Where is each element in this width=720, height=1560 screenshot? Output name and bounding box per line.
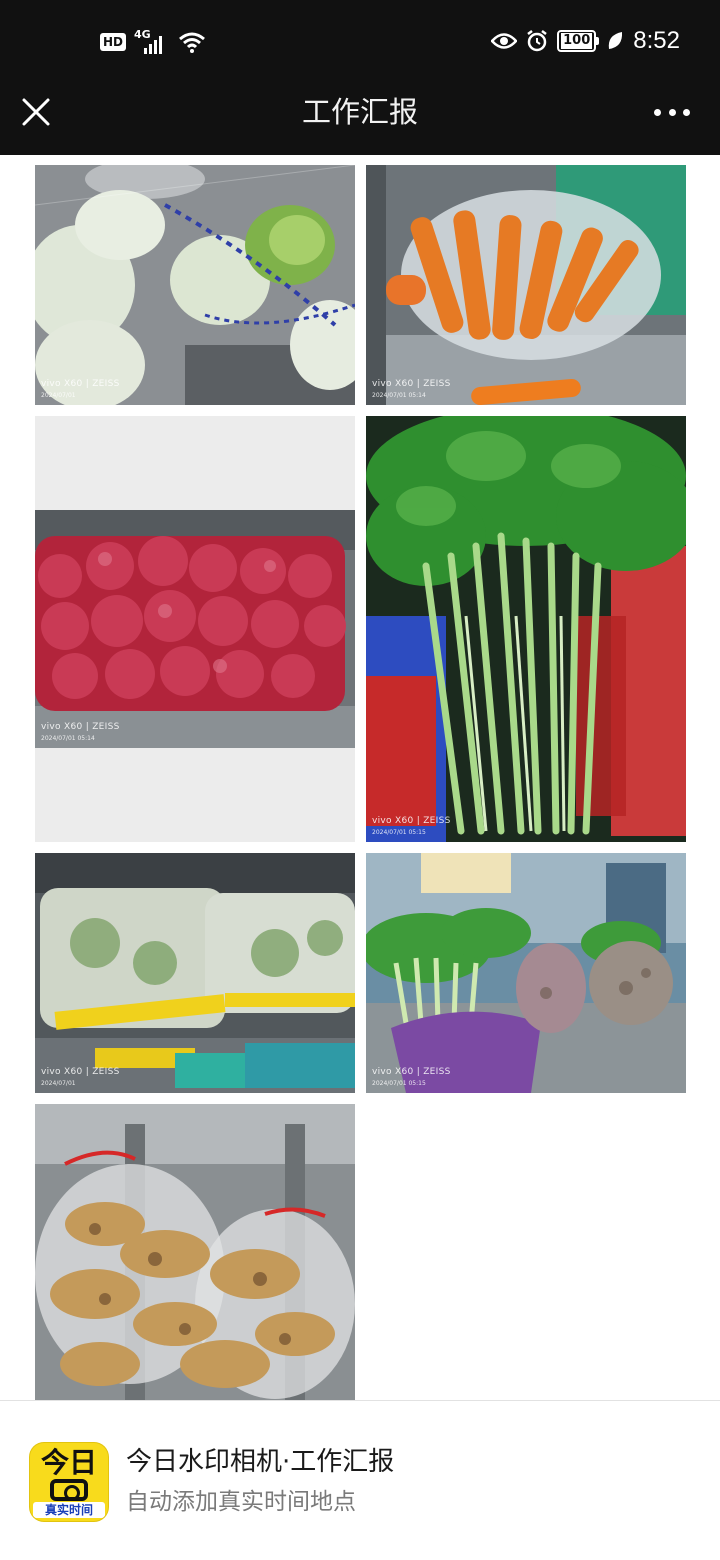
photo-watermark: vivo X60 | ZEISS 2024/07/01 05:14 — [372, 379, 451, 399]
battery-level: 100 — [561, 33, 593, 49]
photo-cabbage[interactable]: vivo X60 | ZEISS 2024/07/01 — [35, 165, 355, 405]
app-promo-subtitle: 自动添加真实时间地点 — [126, 1489, 356, 1515]
wifi-icon — [179, 32, 205, 53]
photo-leafy-vegetables[interactable]: vivo X60 | ZEISS 2024/07/01 05:15 — [366, 853, 686, 1093]
photo-watermark: vivo X60 | ZEISS 2024/07/01 — [41, 1067, 120, 1087]
more-button[interactable] — [654, 102, 690, 122]
app-icon-label: 今日 — [40, 1446, 97, 1479]
alarm-icon — [527, 30, 547, 52]
photo-onions[interactable]: vivo X60 | ZEISS 2024/07/01 05:14 — [35, 416, 355, 842]
more-icon-dot — [668, 108, 676, 116]
status-right: 100 8:52 — [491, 26, 680, 56]
app-promo-banner[interactable]: 今日 真实时间 今日水印相机·工作汇报 自动添加真实时间地点 — [0, 1400, 720, 1560]
photo-watermark: vivo X60 | ZEISS 2024/07/01 — [41, 379, 120, 399]
app-promo-title: 今日水印相机·工作汇报 — [126, 1447, 395, 1477]
camera-icon — [50, 1479, 88, 1501]
more-icon-dot — [683, 108, 690, 116]
status-left: HD 4G — [100, 28, 206, 56]
photo-gallery: vivo X60 | ZEISS 2024/07/01 vivo X60 | Z… — [0, 155, 720, 1400]
status-time: 8:52 — [633, 27, 680, 54]
nav-bar: 工作汇报 — [0, 84, 720, 155]
photo-carrots[interactable]: vivo X60 | ZEISS 2024/07/01 05:14 — [366, 165, 686, 405]
photo-ginger[interactable] — [35, 1104, 355, 1400]
app-icon-badge: 真实时间 — [33, 1502, 105, 1518]
status-bar: HD 4G 100 8:52 — [0, 0, 720, 84]
signal-4g-icon: 4G — [134, 28, 170, 54]
photo-watermark: vivo X60 | ZEISS 2024/07/01 05:14 — [41, 722, 120, 742]
photo-watermark: vivo X60 | ZEISS 2024/07/01 05:15 — [372, 1067, 451, 1087]
photo-celery[interactable]: vivo X60 | ZEISS 2024/07/01 05:15 — [366, 416, 686, 842]
eye-icon — [491, 33, 518, 49]
top-bar: HD 4G 100 8:52 工作汇报 — [0, 0, 720, 155]
hd-icon: HD — [100, 33, 127, 51]
photo-bagged-greens[interactable]: vivo X60 | ZEISS 2024/07/01 — [35, 853, 355, 1093]
battery-icon: 100 — [557, 30, 600, 52]
leaf-icon — [609, 32, 623, 49]
page-title: 工作汇报 — [301, 95, 418, 129]
app-icon[interactable]: 今日 真实时间 — [30, 1443, 108, 1521]
photo-watermark: vivo X60 | ZEISS 2024/07/01 05:15 — [372, 816, 451, 836]
more-icon-dot — [654, 108, 661, 116]
